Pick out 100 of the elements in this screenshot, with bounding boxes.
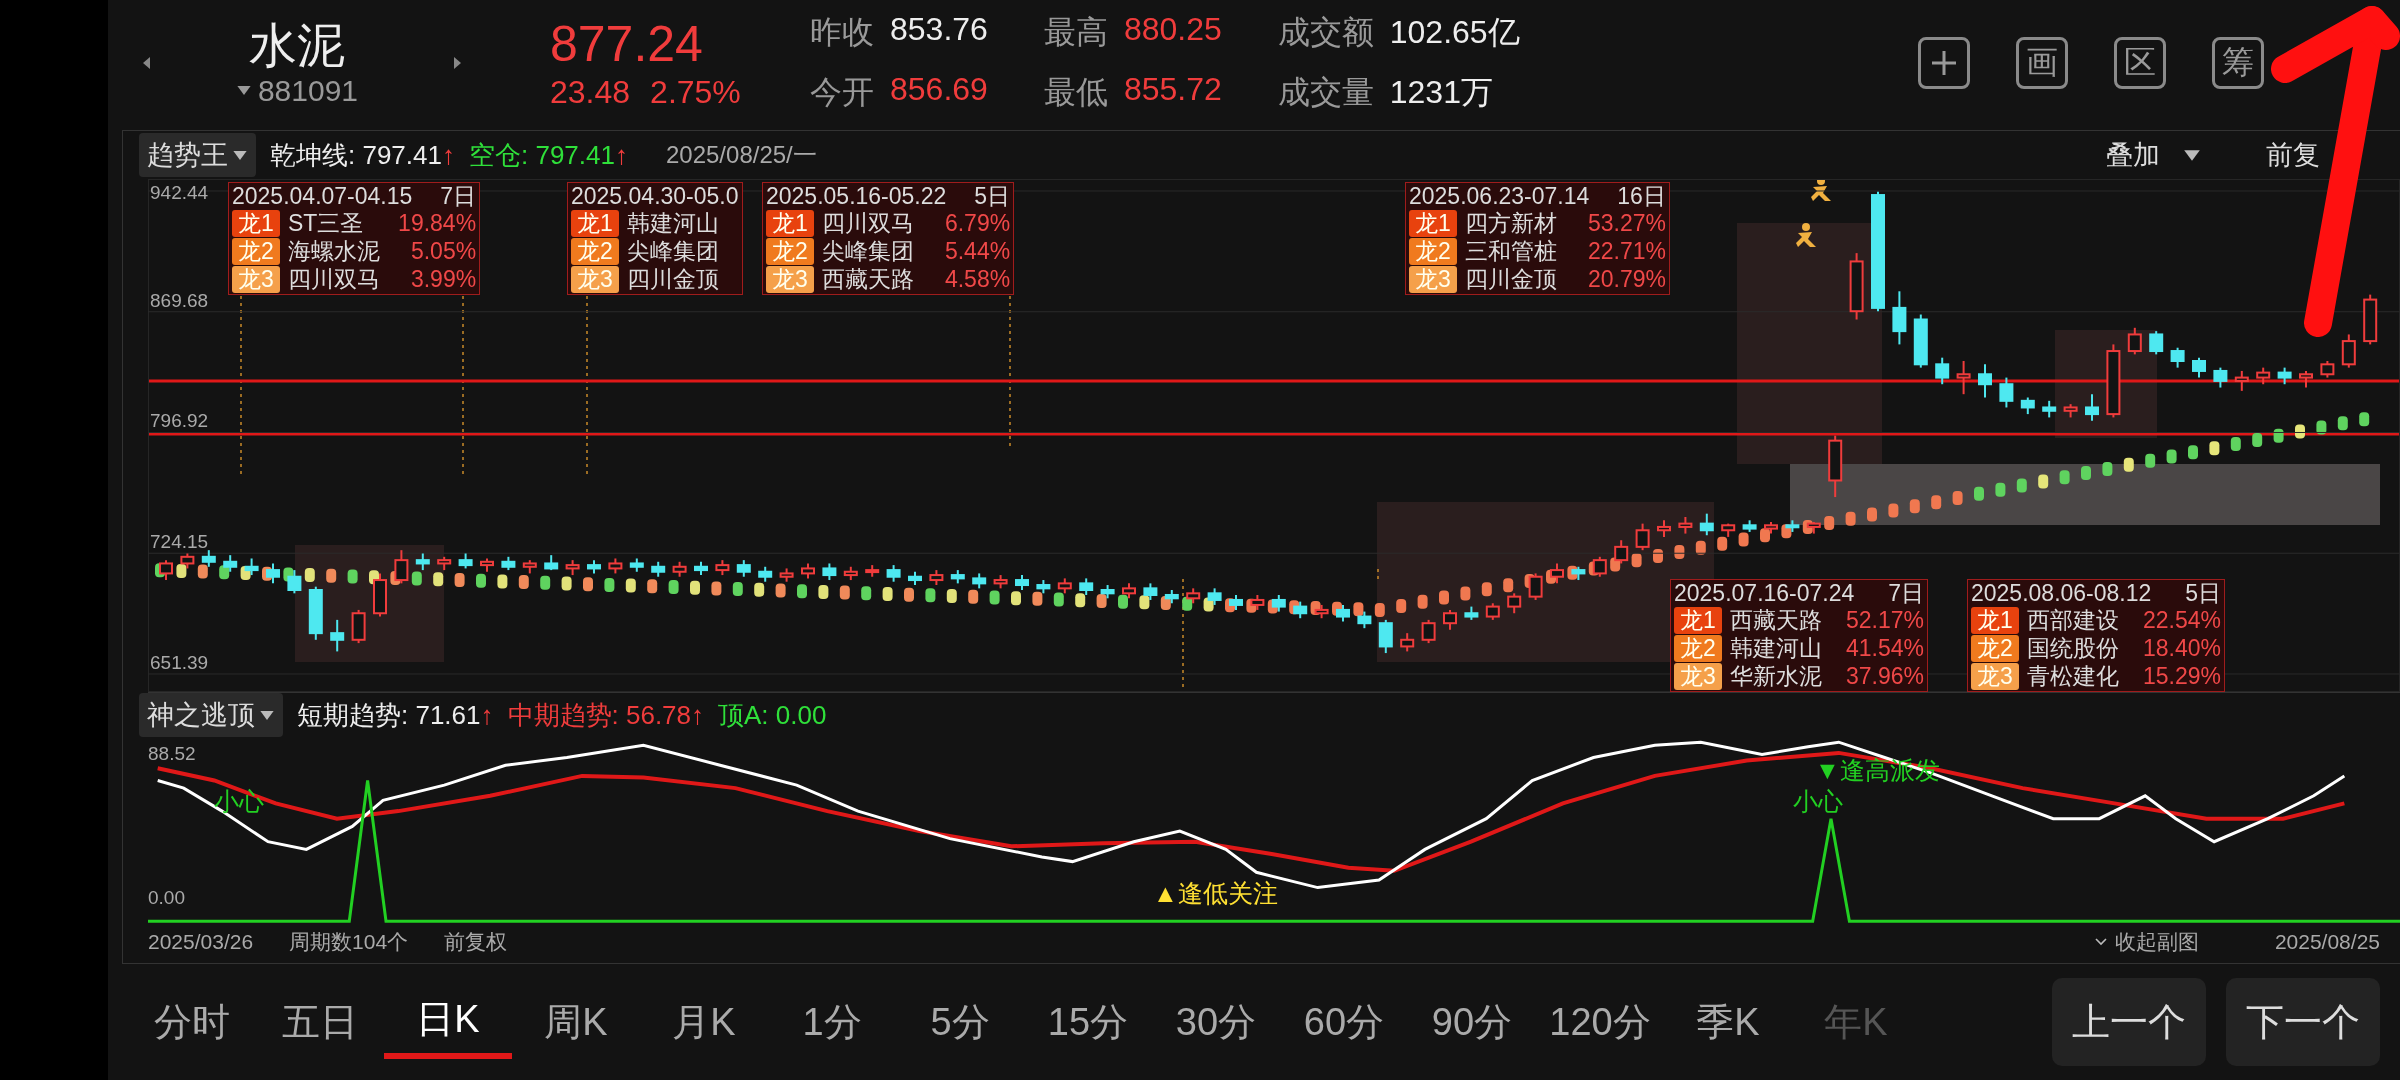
candlestick	[2170, 346, 2185, 369]
previous-button[interactable]: 上一个	[2052, 978, 2206, 1066]
stat-value: 1231万	[1389, 72, 1493, 112]
candlestick	[1935, 356, 1950, 386]
candlestick	[2149, 330, 2164, 356]
period-tab[interactable]: 五日	[256, 988, 384, 1056]
period-tab[interactable]: 5分	[896, 988, 1024, 1056]
stat-value: 102.65亿	[1389, 12, 1520, 52]
period-tab[interactable]: 15分	[1024, 988, 1152, 1056]
y-axis-label: 651.39	[150, 652, 209, 673]
period-tab[interactable]: 1分	[768, 988, 896, 1056]
period-tab[interactable]: 月K	[640, 988, 768, 1056]
candlestick	[2085, 393, 2099, 422]
rank-badge: 龙2	[232, 238, 280, 265]
adjust-dropdown[interactable]: 前复	[2266, 137, 2320, 173]
rank-badge: 龙1	[1409, 210, 1457, 237]
collapse-subchart-button[interactable]: 收起副图	[2114, 928, 2199, 956]
gain-percent: 15.29%	[2143, 663, 2221, 690]
gain-percent: 22.71%	[1587, 238, 1666, 265]
period-tab[interactable]: 季K	[1664, 988, 1792, 1056]
caret-icon[interactable]	[235, 85, 252, 96]
caret-icon	[259, 709, 275, 721]
tool-button[interactable]: 画	[2016, 36, 2068, 89]
period-tab[interactable]: 60分	[1280, 988, 1408, 1056]
adjust-label: 前复权	[444, 929, 508, 955]
candlestick	[1507, 592, 1522, 615]
candlestick	[2127, 326, 2142, 356]
rank-badge: 龙1	[1971, 607, 2019, 634]
stat-label: 昨收	[810, 12, 874, 52]
overlay-dropdown[interactable]: 叠加	[2106, 137, 2202, 173]
period-tab[interactable]: 周K	[512, 988, 640, 1056]
candlestick	[1978, 363, 1992, 399]
stat-value: 853.76	[890, 10, 988, 49]
gain-percent: 22.54%	[2143, 607, 2221, 634]
date-range: 2025.06.23-07.14	[1409, 183, 1590, 210]
tool-button[interactable]: 筹	[2212, 36, 2264, 89]
next-button[interactable]: 下一个	[2226, 978, 2380, 1066]
y-axis-label: 942.44	[150, 182, 209, 203]
date-range: 2025.04.30-05.0	[571, 183, 739, 210]
candlestick	[1378, 618, 1393, 655]
date-range: 2025.08.06-08.12	[1971, 580, 2152, 607]
chevron-down-icon[interactable]	[2094, 938, 2107, 946]
gain-percent: 19.84%	[398, 210, 477, 237]
rank-badge: 龙3	[1674, 663, 1722, 690]
indicator-value: 乾坤线: 797.41↑	[270, 138, 455, 172]
indicator-dropdown[interactable]: 神之逃顶	[139, 693, 283, 737]
rank-badge: 龙3	[1409, 266, 1457, 293]
price-change-percent: 2.75%	[650, 74, 741, 111]
day-count: 7日	[440, 183, 477, 210]
indicator-dropdown[interactable]: 趋势王	[139, 133, 256, 177]
rank-badge: 龙2	[1971, 635, 2019, 662]
stat-label: 最高	[1043, 12, 1108, 52]
period-tab[interactable]: 90分	[1408, 988, 1536, 1056]
candlestick	[1400, 632, 1415, 653]
day-count: 5日	[974, 183, 1011, 210]
period-tab[interactable]: 日K	[384, 985, 512, 1059]
candlestick	[1699, 512, 1714, 537]
day-count: 5日	[2185, 580, 2221, 607]
stat-label: 最低	[1043, 72, 1108, 112]
signal-label: ▼逢高派发	[1815, 755, 1940, 786]
signal-label: 小心	[1793, 786, 1843, 817]
indicator-value: 空仓: 797.41↑	[469, 138, 628, 172]
candlestick	[330, 618, 345, 653]
rank-badge: 龙3	[571, 266, 619, 293]
signal-label: ▲逢低关注	[1153, 878, 1278, 909]
leader-line	[1377, 568, 1379, 580]
candlestick	[2234, 369, 2249, 392]
stat-value: 855.72	[1123, 70, 1222, 109]
period-count: 周期数104个	[289, 929, 409, 955]
period-tab[interactable]: 分时	[128, 988, 256, 1056]
tool-button[interactable]: 区	[2114, 36, 2166, 89]
gain-percent: 37.96%	[1846, 663, 1924, 690]
rank-badge: 龙3	[232, 266, 280, 293]
stock-name: 国统股份	[2027, 635, 2119, 662]
day-count: 16日	[1617, 183, 1666, 210]
gain-percent: 4.58%	[944, 266, 1011, 293]
gain-percent: 41.54%	[1846, 635, 1924, 662]
candlestick	[2213, 366, 2228, 389]
stat-label: 今开	[810, 72, 874, 112]
rank-badge: 龙1	[766, 210, 814, 237]
period-tab[interactable]: 30分	[1152, 988, 1280, 1056]
day-count: 7日	[1888, 580, 1924, 607]
rank-badge: 龙1	[1674, 607, 1722, 634]
stock-name: 韩建河山	[627, 210, 720, 237]
rank-badge: 龙3	[766, 266, 814, 293]
stock-name: 四川金顶	[1465, 266, 1558, 293]
y-axis-label: 724.15	[150, 531, 209, 553]
current-price: 877.24	[550, 15, 704, 74]
gain-percent: 3.99%	[410, 266, 477, 293]
gain-percent: 6.79%	[944, 210, 1011, 237]
rank-badge: 龙1	[232, 210, 280, 237]
stat-value: 880.25	[1123, 10, 1222, 49]
period-tab[interactable]: 120分	[1536, 988, 1664, 1056]
stock-name: 三和管桩	[1465, 238, 1558, 265]
stat-value: 856.69	[890, 70, 988, 109]
gain-percent: 53.27%	[1587, 210, 1666, 237]
add-button[interactable]	[1918, 36, 1970, 89]
stock-name: 尖峰集团	[822, 238, 915, 265]
stock-name: 华新水泥	[1730, 663, 1822, 690]
gain-percent: 5.44%	[944, 238, 1011, 265]
